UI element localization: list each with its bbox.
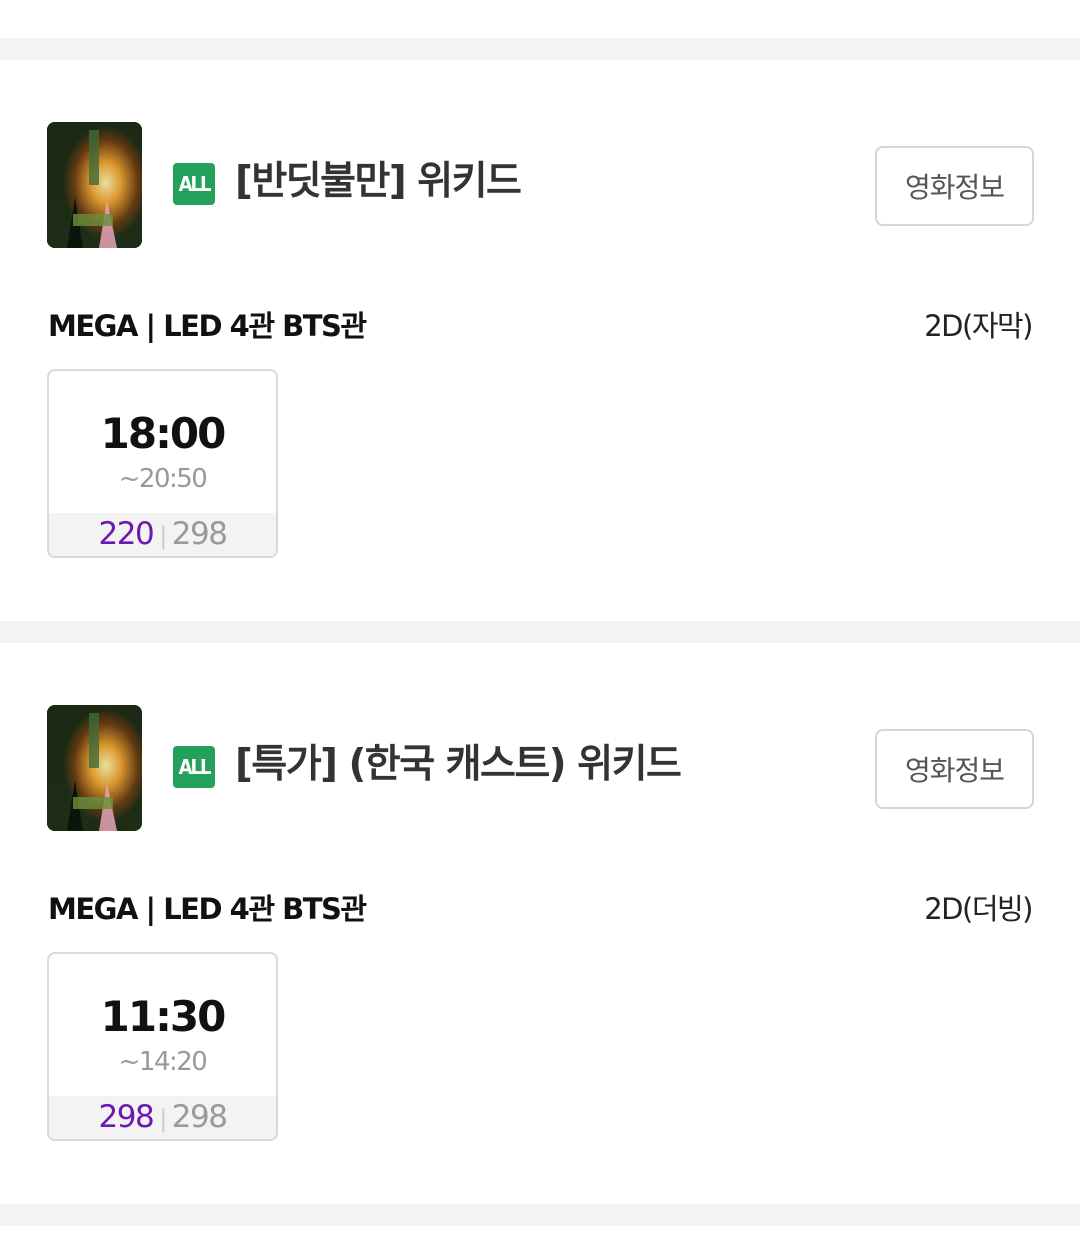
seat-separator: | (159, 522, 167, 550)
total-seats: 298 (171, 516, 228, 552)
rating-badge: ALL (173, 746, 215, 788)
showtime-card[interactable]: 18:00 ~20:50 220 | 298 (47, 369, 278, 558)
available-seats: 298 (98, 1099, 155, 1135)
available-seats: 220 (98, 516, 155, 552)
hall-name: MEGA | LED 4관 BTS관 (48, 309, 367, 343)
seat-count: 298 | 298 (49, 1096, 276, 1139)
section-divider (0, 1204, 1080, 1226)
section-divider (0, 621, 1080, 643)
start-time: 11:30 (100, 992, 227, 1041)
movie-info-button[interactable]: 영화정보 (875, 729, 1034, 809)
movie-title[interactable]: [반딧불만] 위키드 (235, 156, 522, 208)
start-time: 18:00 (100, 409, 227, 458)
movie-item: ALL [특가] (한국 캐스트) 위키드 영화정보 MEGA | LED 4관… (0, 643, 1080, 1203)
showtime-list: ALL [반딧불만] 위키드 영화정보 MEGA | LED 4관 BTS관 2… (0, 0, 1080, 1239)
movie-title[interactable]: [특가] (한국 캐스트) 위키드 (235, 739, 682, 791)
screen-format: 2D(자막) (924, 309, 1033, 343)
movie-poster[interactable] (47, 705, 142, 831)
movie-poster[interactable] (47, 122, 142, 248)
movie-info-button[interactable]: 영화정보 (875, 146, 1034, 226)
end-time: ~14:20 (118, 1047, 208, 1077)
hall-name: MEGA | LED 4관 BTS관 (48, 892, 367, 926)
rating-badge: ALL (173, 163, 215, 205)
end-time: ~20:50 (118, 464, 208, 494)
section-divider (0, 38, 1080, 60)
total-seats: 298 (171, 1099, 228, 1135)
seat-separator: | (159, 1105, 167, 1133)
seat-count: 220 | 298 (49, 513, 276, 556)
screen-format: 2D(더빙) (924, 892, 1033, 926)
showtime-card[interactable]: 11:30 ~14:20 298 | 298 (47, 952, 278, 1141)
movie-item: ALL [반딧불만] 위키드 영화정보 MEGA | LED 4관 BTS관 2… (0, 60, 1080, 620)
